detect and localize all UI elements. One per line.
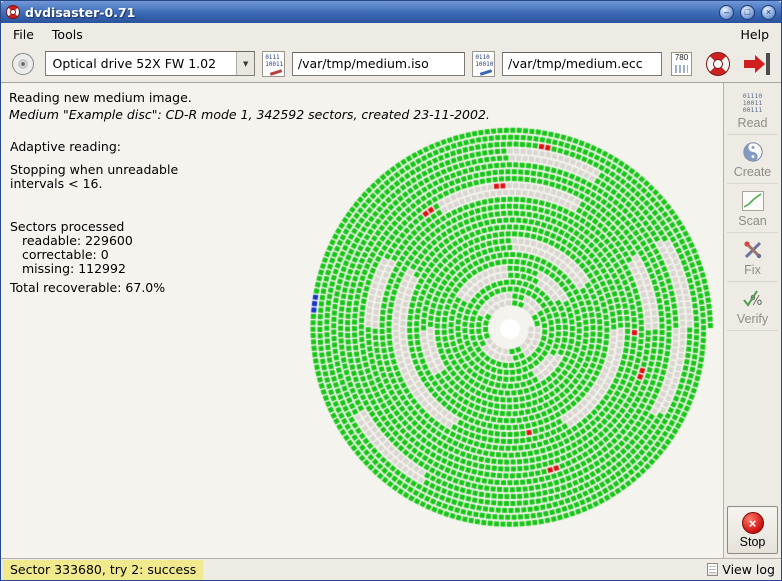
readable-count: readable: 229600	[22, 233, 133, 248]
scan-icon	[741, 189, 764, 213]
status-header-line1: Reading new medium image.	[9, 90, 192, 105]
ecc-file-icon: 0110 10010	[472, 50, 496, 77]
total-recoverable: Total recoverable: 67.0%	[10, 280, 166, 295]
fix-button[interactable]: Fix	[727, 233, 778, 282]
workarea: Reading new medium image. Medium "Exampl…	[1, 83, 781, 558]
preferences-icon-label: 780	[674, 52, 689, 62]
correctable-count: correctable: 0	[22, 247, 109, 262]
close-button[interactable]: ×	[761, 4, 776, 20]
window-title: dvdisaster-0.71	[25, 4, 136, 20]
maximize-button[interactable]: □	[740, 4, 755, 20]
quit-icon	[744, 52, 771, 76]
drive-button[interactable]	[8, 49, 38, 79]
sidebar-spacer	[727, 331, 778, 506]
toolbar: Optical drive 52X FW 1.02 ▼ 0111 10011 0…	[1, 45, 781, 83]
verify-button[interactable]: % Verify	[727, 282, 778, 331]
app-icon	[6, 5, 20, 19]
statusbar: Sector 333680, try 2: success View log	[1, 558, 781, 580]
adaptive-reading-title: Adaptive reading:	[10, 139, 121, 154]
stop-label: Stop	[739, 535, 766, 549]
stop-icon: ×	[741, 512, 764, 534]
lifebuoy-icon	[706, 51, 731, 76]
stopping-line2: intervals < 16.	[10, 176, 103, 191]
view-log-button[interactable]: View log	[705, 562, 777, 577]
scan-button[interactable]: Scan	[727, 184, 778, 233]
view-log-label: View log	[722, 562, 775, 577]
action-sidebar: 01110 10011 00111 Read Create Scan Fix %…	[723, 83, 781, 558]
ecc-icon-digits-1: 0110	[475, 53, 490, 61]
sectors-processed-title: Sectors processed	[10, 219, 125, 234]
preferences-button[interactable]: 780	[669, 49, 694, 79]
stop-button[interactable]: × Stop	[727, 506, 778, 554]
preferences-icon: 780	[671, 51, 693, 76]
drive-select[interactable]: Optical drive 52X FW 1.02 ▼	[44, 51, 256, 76]
minimize-button[interactable]: –	[719, 4, 734, 20]
menu-file[interactable]: File	[4, 24, 43, 45]
scan-label: Scan	[738, 214, 767, 228]
preferences-icon-grid	[675, 64, 689, 73]
chevron-down-icon[interactable]: ▼	[236, 52, 255, 75]
status-message: Sector 333680, try 2: success	[3, 559, 204, 580]
ecc-file-input[interactable]	[502, 51, 663, 76]
log-page-icon	[707, 563, 719, 576]
help-button[interactable]	[703, 49, 733, 79]
quit-door-icon	[766, 52, 771, 75]
create-button[interactable]: Create	[727, 135, 778, 184]
svg-text:%: %	[750, 294, 762, 309]
missing-count: missing: 112992	[22, 261, 126, 276]
reading-spiral	[300, 119, 720, 539]
stopping-line1: Stopping when unreadable	[10, 162, 179, 177]
titlebar[interactable]: dvdisaster-0.71 – □ ×	[1, 1, 781, 23]
image-icon-digits-2: 10011	[265, 60, 284, 68]
ecc-icon-pen	[480, 68, 493, 76]
cd-drive-icon	[11, 52, 34, 75]
quit-button[interactable]	[742, 49, 772, 79]
reading-info-panel: Adaptive reading: Stopping when unreadab…	[10, 140, 178, 295]
image-icon-pen	[270, 68, 283, 76]
verify-icon: %	[742, 287, 764, 311]
image-file-icon: 0111 10011	[262, 50, 285, 77]
create-label: Create	[733, 165, 772, 179]
create-icon	[742, 140, 764, 164]
fix-icon	[742, 238, 764, 262]
image-icon-digits-1: 0111	[265, 53, 280, 61]
image-file-input[interactable]	[291, 51, 466, 76]
read-button[interactable]: 01110 10011 00111 Read	[727, 86, 778, 135]
drive-select-value: Optical drive 52X FW 1.02	[52, 56, 217, 71]
menu-tools[interactable]: Tools	[43, 24, 92, 45]
menu-help[interactable]: Help	[732, 24, 779, 45]
quit-arrow-icon	[744, 54, 766, 73]
reading-area: Reading new medium image. Medium "Exampl…	[1, 83, 723, 558]
fix-label: Fix	[744, 263, 761, 277]
app-window: dvdisaster-0.71 – □ × File Tools Help Op…	[0, 0, 782, 581]
verify-label: Verify	[736, 312, 769, 326]
read-label: Read	[737, 116, 768, 130]
ecc-icon-digits-2: 10010	[475, 60, 494, 68]
status-header: Reading new medium image. Medium "Exampl…	[9, 89, 490, 123]
read-icon: 01110 10011 00111	[742, 91, 763, 114]
menubar: File Tools Help	[1, 23, 781, 45]
